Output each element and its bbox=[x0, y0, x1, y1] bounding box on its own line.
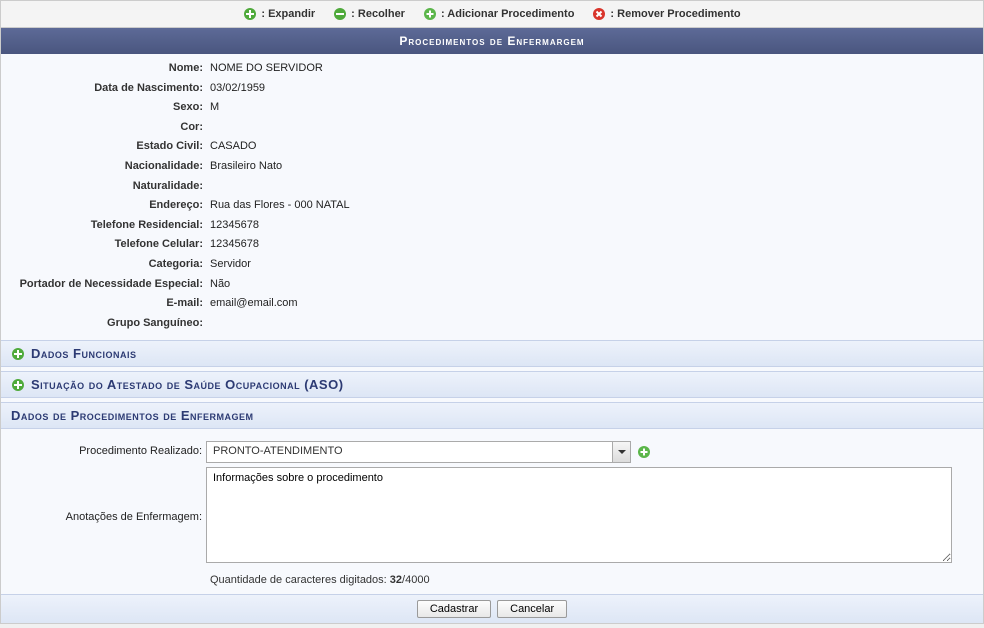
label-naturalidade: Naturalidade: bbox=[1, 178, 206, 196]
label-categoria: Categoria: bbox=[1, 256, 206, 274]
value-endereco: Rua das Flores - 000 NATAL bbox=[206, 197, 350, 215]
expand-icon bbox=[11, 378, 25, 392]
label-nacionalidade: Nacionalidade: bbox=[1, 158, 206, 176]
procedimento-select[interactable]: PRONTO-ATENDIMENTO bbox=[206, 441, 631, 463]
label-nome: Nome: bbox=[1, 60, 206, 78]
legend-expand-label: : Expandir bbox=[261, 8, 315, 20]
label-procedimento: Procedimento Realizado: bbox=[1, 441, 206, 457]
section-title-aso: Situação do Atestado de Saúde Ocupaciona… bbox=[31, 377, 344, 392]
field-tel-cel: Telefone Celular: 12345678 bbox=[1, 236, 983, 254]
anotacoes-textarea[interactable] bbox=[206, 467, 952, 563]
patient-details: Nome: NOME DO SERVIDOR Data de Nasciment… bbox=[1, 54, 983, 340]
label-portador: Portador de Necessidade Especial: bbox=[1, 276, 206, 294]
legend-collapse: : Recolher bbox=[333, 7, 405, 21]
legend-remove-procedure: : Remover Procedimento bbox=[592, 7, 740, 21]
label-anotacoes: Anotações de Enfermagem: bbox=[1, 511, 206, 523]
label-tel-res: Telefone Residencial: bbox=[1, 217, 206, 235]
expand-icon bbox=[11, 347, 25, 361]
value-email: email@email.com bbox=[206, 295, 298, 313]
label-tel-cel: Telefone Celular: bbox=[1, 236, 206, 254]
cancelar-button[interactable]: Cancelar bbox=[497, 600, 567, 618]
add-procedure-button[interactable] bbox=[637, 445, 651, 459]
legend-expand: : Expandir bbox=[243, 7, 315, 21]
char-count-value: 32 bbox=[390, 574, 402, 586]
value-nome: NOME DO SERVIDOR bbox=[206, 60, 323, 78]
value-estado-civil: CASADO bbox=[206, 138, 256, 156]
value-sexo: M bbox=[206, 99, 219, 117]
field-tel-res: Telefone Residencial: 12345678 bbox=[1, 217, 983, 235]
field-naturalidade: Naturalidade: bbox=[1, 178, 983, 196]
label-endereco: Endereço: bbox=[1, 197, 206, 215]
field-grupo-sanguineo: Grupo Sanguíneo: bbox=[1, 315, 983, 333]
value-tel-res: 12345678 bbox=[206, 217, 259, 235]
procedimento-selected-value: PRONTO-ATENDIMENTO bbox=[207, 442, 612, 462]
label-estado-civil: Estado Civil: bbox=[1, 138, 206, 156]
char-counter: Quantidade de caracteres digitados: 32/4… bbox=[1, 570, 983, 586]
value-portador: Não bbox=[206, 276, 230, 294]
remove-circle-icon bbox=[592, 7, 606, 21]
label-grupo-sanguineo: Grupo Sanguíneo: bbox=[1, 315, 206, 333]
section-title-dados-proc: Dados de Procedimentos de Enfermagem bbox=[11, 408, 254, 423]
field-email: E-mail: email@email.com bbox=[1, 295, 983, 313]
legend-add-procedure-label: : Adicionar Procedimento bbox=[441, 8, 574, 20]
field-portador: Portador de Necessidade Especial: Não bbox=[1, 276, 983, 294]
value-categoria: Servidor bbox=[206, 256, 251, 274]
label-cor: Cor: bbox=[1, 119, 206, 137]
chevron-down-icon bbox=[612, 442, 630, 462]
section-title-funcionais: Dados Funcionais bbox=[31, 346, 136, 361]
field-estado-civil: Estado Civil: CASADO bbox=[1, 138, 983, 156]
label-sexo: Sexo: bbox=[1, 99, 206, 117]
page-title: Procedimentos de Enfermargem bbox=[1, 28, 983, 54]
app-frame: : Expandir : Recolher : Adicionar Proced… bbox=[0, 0, 984, 624]
section-aso[interactable]: Situação do Atestado de Saúde Ocupaciona… bbox=[1, 371, 983, 398]
footer-actions: Cadastrar Cancelar bbox=[1, 594, 983, 623]
value-tel-cel: 12345678 bbox=[206, 236, 259, 254]
field-endereco: Endereço: Rua das Flores - 000 NATAL bbox=[1, 197, 983, 215]
minus-icon bbox=[333, 7, 347, 21]
value-nacionalidade: Brasileiro Nato bbox=[206, 158, 282, 176]
procedure-form: Procedimento Realizado: PRONTO-ATENDIMEN… bbox=[1, 429, 983, 594]
field-nome: Nome: NOME DO SERVIDOR bbox=[1, 60, 983, 78]
field-nascimento: Data de Nascimento: 03/02/1959 bbox=[1, 80, 983, 98]
plus-icon bbox=[243, 7, 257, 21]
char-count-suffix: /4000 bbox=[402, 574, 430, 586]
legend-remove-procedure-label: : Remover Procedimento bbox=[610, 8, 740, 20]
legend-toolbar: : Expandir : Recolher : Adicionar Proced… bbox=[1, 1, 983, 28]
field-nacionalidade: Nacionalidade: Brasileiro Nato bbox=[1, 158, 983, 176]
legend-collapse-label: : Recolher bbox=[351, 8, 405, 20]
field-cor: Cor: bbox=[1, 119, 983, 137]
section-dados-funcionais[interactable]: Dados Funcionais bbox=[1, 340, 983, 367]
field-sexo: Sexo: M bbox=[1, 99, 983, 117]
legend-add-procedure: : Adicionar Procedimento bbox=[423, 7, 574, 21]
add-circle-icon bbox=[423, 7, 437, 21]
row-procedimento: Procedimento Realizado: PRONTO-ATENDIMEN… bbox=[1, 441, 983, 463]
field-categoria: Categoria: Servidor bbox=[1, 256, 983, 274]
section-dados-proc: Dados de Procedimentos de Enfermagem bbox=[1, 402, 983, 429]
label-email: E-mail: bbox=[1, 295, 206, 313]
cadastrar-button[interactable]: Cadastrar bbox=[417, 600, 491, 618]
row-anotacoes: Anotações de Enfermagem: bbox=[1, 467, 983, 566]
char-count-prefix: Quantidade de caracteres digitados: bbox=[210, 574, 390, 586]
value-nascimento: 03/02/1959 bbox=[206, 80, 265, 98]
label-nascimento: Data de Nascimento: bbox=[1, 80, 206, 98]
